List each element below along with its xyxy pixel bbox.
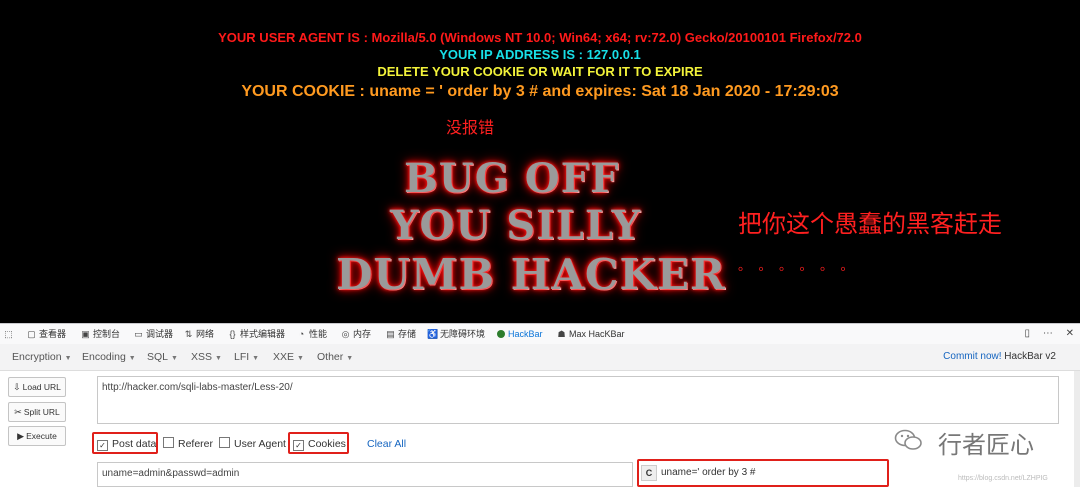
checkbox-icon[interactable] — [163, 437, 174, 448]
style-editor-icon: {} — [229, 329, 236, 339]
play-icon: ▶ — [17, 431, 25, 441]
tab-memory[interactable]: ◎ 内存 — [340, 324, 371, 344]
debugger-icon: ▭ — [134, 329, 143, 339]
menu-encryption[interactable]: Encryption ▼ — [12, 344, 72, 370]
url-field-container — [97, 376, 1059, 424]
annotation-no-error: 没报错 — [446, 120, 495, 137]
devtools-toolbar: ⬚ ▢ 查看器 ▣ 控制台 ▭ 调试器 ⇅ 网络 {} 样式编辑器 ◔ 性能 ◎ 内存 ▤ 存储… — [0, 323, 1080, 345]
commit-link[interactable]: Commit now! — [943, 351, 1001, 362]
max-hackbar-icon: ☗ — [557, 329, 566, 339]
annotation-dots: 。。。。。。 — [738, 258, 868, 273]
load-icon: ⇩ — [13, 382, 21, 392]
menu-sql[interactable]: SQL ▼ — [147, 344, 178, 370]
pick-element-icon[interactable]: ⬚ — [3, 324, 16, 344]
highlight-box — [288, 432, 349, 454]
option-user-agent[interactable]: User Agent — [219, 433, 286, 455]
memory-icon: ◎ — [341, 329, 350, 339]
execute-button[interactable]: ▶ Execute — [8, 426, 66, 446]
commit-notice: Commit now! HackBar v2 — [943, 351, 1056, 362]
response-page: YOUR USER AGENT IS : Mozilla/5.0 (Window… — [0, 0, 1080, 323]
scissors-icon: ✂ — [14, 407, 22, 417]
devtools-controls: ▯ ⋯ ✕ — [1025, 324, 1074, 344]
cookie-line: YOUR COOKIE : uname = ' order by 3 # and… — [241, 83, 839, 100]
menu-xss[interactable]: XSS ▼ — [191, 344, 222, 370]
ip-address-line: YOUR IP ADDRESS IS : 127.0.0.1 — [439, 47, 641, 62]
inspector-icon: ▢ — [27, 329, 36, 339]
blog-watermark: https://blog.csdn.net/LZHPIG — [958, 475, 1048, 482]
load-url-button[interactable]: ⇩ Load URL — [8, 377, 66, 397]
bug-off-line-2: YOU SILLY — [390, 202, 642, 249]
menu-xxe[interactable]: XXE ▼ — [273, 344, 304, 370]
split-url-button[interactable]: ✂ Split URL — [8, 402, 66, 422]
user-agent-line: YOUR USER AGENT IS : Mozilla/5.0 (Window… — [218, 30, 862, 45]
delete-cookie-line: DELETE YOUR COOKIE OR WAIT FOR IT TO EXP… — [377, 64, 703, 79]
annotation-right: 把你这个愚蠢的黑客赶走 — [738, 211, 1002, 238]
tab-max-hackbar[interactable]: ☗ Max HacKBar — [556, 324, 624, 344]
dock-icon[interactable]: ▯ — [1025, 328, 1031, 339]
caret-down-icon: ▼ — [128, 355, 136, 362]
accessibility-icon: ♿ — [427, 329, 439, 339]
option-referer[interactable]: Referer — [163, 433, 213, 455]
caret-down-icon: ▼ — [252, 355, 260, 362]
caret-down-icon: ▼ — [64, 355, 72, 362]
caret-down-icon: ▼ — [215, 355, 222, 362]
wechat-icon — [894, 428, 924, 452]
network-icon: ⇅ — [184, 329, 193, 339]
scrollbar[interactable] — [1074, 371, 1080, 487]
tab-performance[interactable]: ◔ 性能 — [296, 324, 327, 344]
bug-off-line-3: DUMB HACKER — [336, 250, 726, 299]
highlight-box — [637, 459, 889, 487]
tab-console[interactable]: ▣ 控制台 — [80, 324, 120, 344]
clear-all-link[interactable]: Clear All — [367, 433, 406, 455]
performance-icon: ◔ — [298, 329, 305, 339]
caret-down-icon: ▼ — [171, 355, 178, 362]
highlight-box — [92, 432, 158, 454]
menu-lfi[interactable]: LFI ▼ — [234, 344, 259, 370]
tab-network[interactable]: ⇅ 网络 — [183, 324, 214, 344]
hackbar-menu-bar: Encryption ▼ Encoding ▼ SQL ▼ XSS ▼ LFI ▼ XXE… — [0, 344, 1080, 371]
tab-style-editor[interactable]: {} 样式编辑器 — [227, 324, 285, 344]
menu-encoding[interactable]: Encoding ▼ — [82, 344, 136, 370]
tab-debugger[interactable]: ▭ 调试器 — [133, 324, 173, 344]
caret-down-icon: ▼ — [346, 355, 354, 362]
tab-inspector[interactable]: ▢ 查看器 — [26, 324, 66, 344]
console-icon: ▣ — [81, 329, 90, 339]
tab-storage[interactable]: ▤ 存储 — [385, 324, 416, 344]
storage-icon: ▤ — [386, 329, 395, 339]
more-menu-icon[interactable]: ⋯ — [1043, 328, 1053, 339]
watermark-text: 行者匠心 — [938, 431, 1034, 459]
caret-down-icon: ▼ — [297, 355, 304, 362]
url-input[interactable] — [102, 382, 1054, 418]
menu-other[interactable]: Other ▼ — [317, 344, 353, 370]
tab-hackbar[interactable]: HackBar — [497, 324, 543, 344]
tab-accessibility[interactable]: ♿ 无障碍环境 — [427, 324, 485, 344]
checkbox-icon[interactable] — [219, 437, 230, 448]
hackbar-icon — [497, 330, 505, 338]
close-icon[interactable]: ✕ — [1066, 328, 1074, 339]
bug-off-line-1: BUG OFF — [404, 155, 620, 202]
post-data-input[interactable]: uname=admin&passwd=admin — [97, 462, 633, 487]
